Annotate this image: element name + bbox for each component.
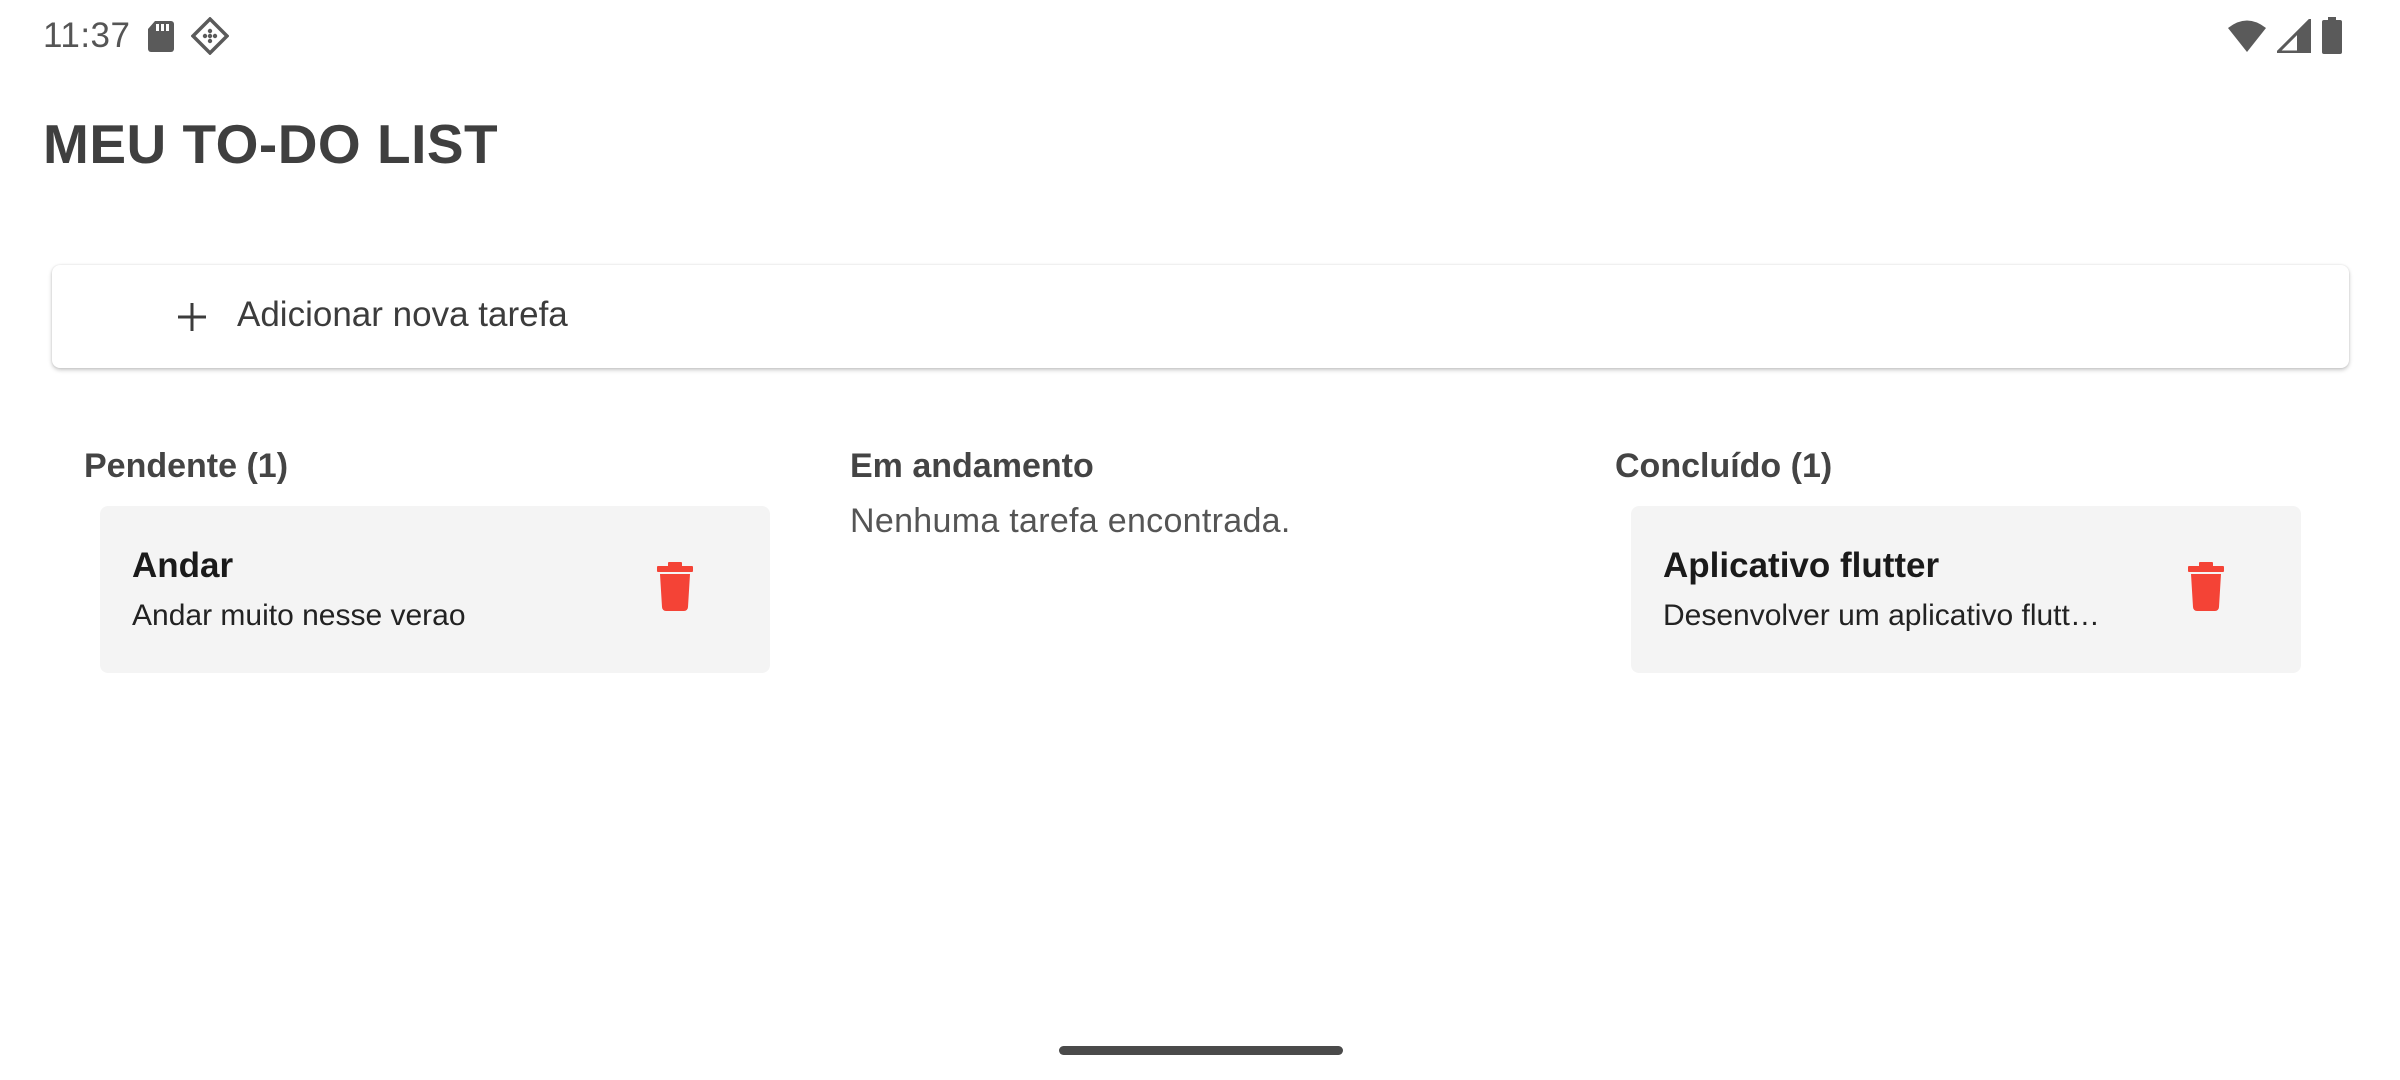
column-pending: Pendente (1) Andar Andar muito nesse ver… [84, 440, 784, 673]
gesture-nav-handle[interactable] [1059, 1046, 1343, 1055]
delete-task-button[interactable] [2186, 561, 2226, 611]
trash-icon [657, 562, 693, 611]
status-time: 11:37 [43, 16, 131, 55]
wifi-icon [2227, 19, 2267, 53]
cell-signal-icon [2277, 19, 2311, 53]
column-header-done: Concluído (1) [1615, 447, 1833, 485]
status-bar: 11:37 [0, 0, 2400, 72]
column-done: Concluído (1) Aplicativo flutter Desenvo… [1615, 440, 2315, 673]
status-right [2227, 16, 2343, 56]
sd-card-icon [147, 19, 175, 53]
task-title: Andar [132, 546, 234, 585]
app-notification-icon [190, 17, 229, 55]
page-title: MEU TO-DO LIST [43, 113, 499, 175]
status-left: 11:37 [43, 14, 229, 58]
app-screen: 11:37 MEU TO-DO LIST Adicionar nova tare… [0, 0, 2400, 1080]
task-description: Desenvolver um aplicativo flutt… [1663, 599, 2100, 632]
add-task-button[interactable]: Adicionar nova tarefa [52, 265, 2349, 368]
task-card[interactable]: Aplicativo flutter Desenvolver um aplica… [1631, 506, 2301, 673]
add-task-label: Adicionar nova tarefa [237, 295, 568, 334]
trash-icon [2188, 562, 2224, 611]
task-description: Andar muito nesse verao [132, 599, 466, 632]
column-header-pending: Pendente (1) [84, 447, 289, 485]
column-in-progress: Em andamento Nenhuma tarefa encontrada. [850, 440, 1550, 541]
column-header-in-progress: Em andamento [850, 447, 1094, 485]
battery-icon [2321, 17, 2343, 55]
empty-state-text: Nenhuma tarefa encontrada. [850, 502, 1291, 540]
task-title: Aplicativo flutter [1663, 546, 1940, 585]
task-card[interactable]: Andar Andar muito nesse verao [100, 506, 770, 673]
plus-icon [172, 297, 212, 337]
delete-task-button[interactable] [655, 561, 695, 611]
